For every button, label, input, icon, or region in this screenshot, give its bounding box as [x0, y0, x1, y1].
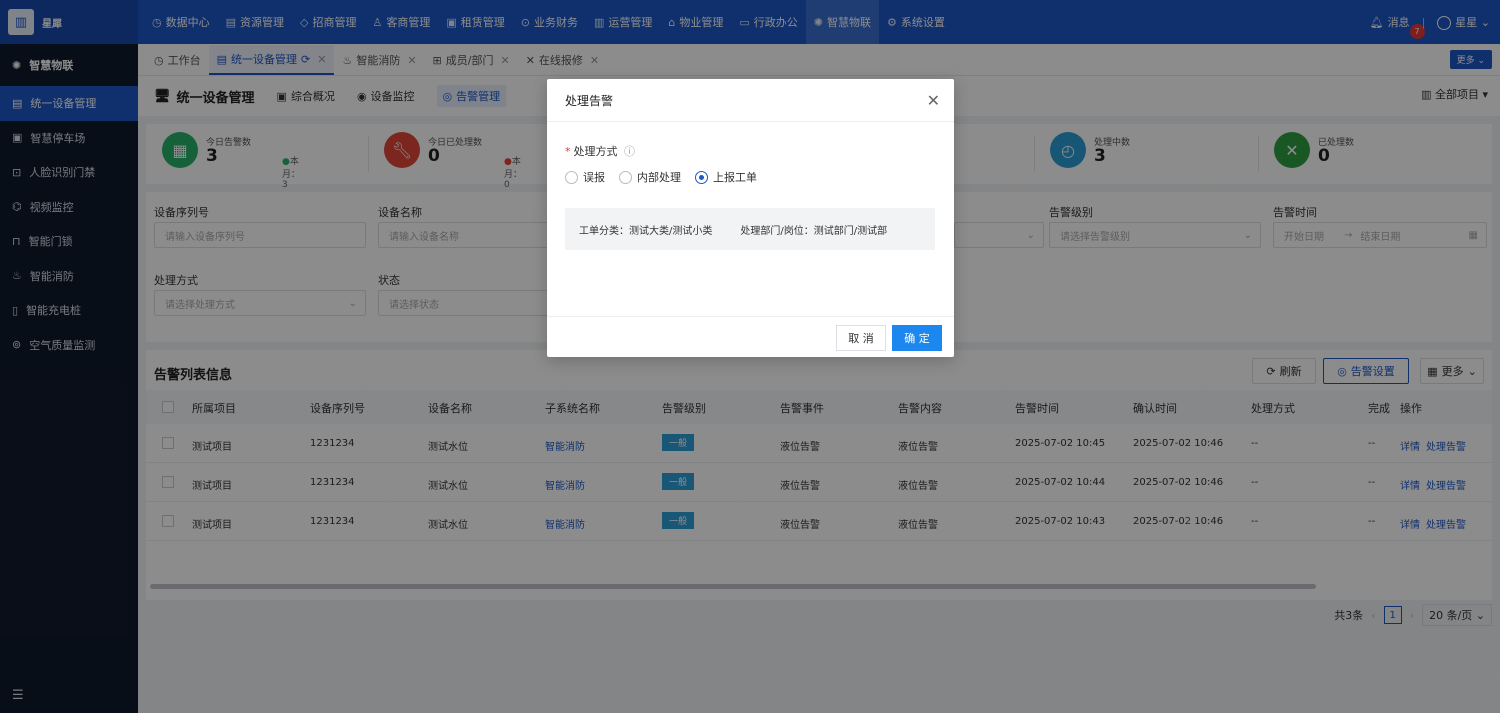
dialog-title: 处理告警	[547, 79, 954, 122]
method-field-label: * 处理方式 ⓘ	[565, 145, 635, 158]
cancel-button[interactable]: 取 消	[836, 325, 886, 351]
close-icon[interactable]: ✕	[927, 91, 940, 110]
radio-label: 内部处理	[637, 171, 681, 184]
radio-label: 误报	[583, 171, 605, 184]
dialog-footer: 取 消 确 定	[547, 316, 954, 357]
work-order-info: 工单分类：测试大类/测试小类 处理部门/岗位：测试部门/测试部	[565, 208, 935, 250]
method-radio[interactable]: 误报	[565, 169, 605, 185]
work-order-category: 工单分类：测试大类/测试小类	[579, 225, 713, 237]
handle-alarm-dialog: 处理告警 ✕ * 处理方式 ⓘ 误报 内部处理 上报工单 工单分类：测试大类/测试小类…	[547, 79, 954, 357]
confirm-button[interactable]: 确 定	[892, 325, 942, 351]
radio-button[interactable]	[695, 170, 708, 184]
help-icon[interactable]: ⓘ	[624, 145, 635, 158]
method-radio[interactable]: 内部处理	[619, 169, 681, 185]
radio-button[interactable]	[619, 170, 632, 184]
work-order-dept: 处理部门/岗位：测试部门/测试部	[740, 225, 888, 237]
method-radio[interactable]: 上报工单	[695, 169, 757, 185]
radio-label: 上报工单	[713, 171, 757, 184]
method-radio-group: 误报 内部处理 上报工单	[565, 169, 757, 185]
radio-button[interactable]	[565, 170, 578, 184]
